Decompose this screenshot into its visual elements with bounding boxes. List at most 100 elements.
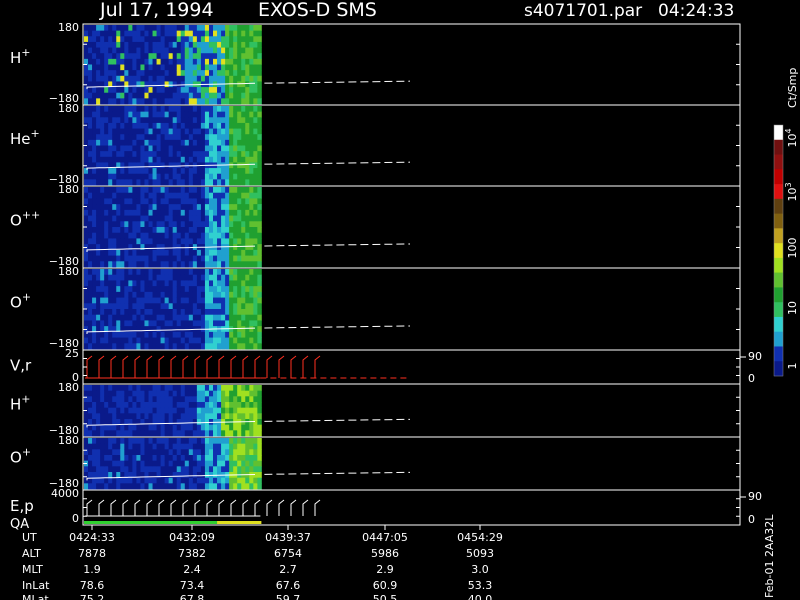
spectrogram-cell bbox=[144, 92, 149, 99]
spectrogram-cell bbox=[204, 198, 210, 205]
spectrogram-cell bbox=[112, 53, 117, 60]
spectrogram-cell bbox=[245, 25, 250, 32]
spectrogram-cell bbox=[88, 53, 93, 60]
spectrogram-cell bbox=[112, 297, 117, 304]
spectrogram-cell bbox=[221, 111, 226, 118]
spectrogram-cell bbox=[225, 209, 230, 216]
spectrogram-cell bbox=[116, 151, 121, 158]
spectrogram-cell bbox=[180, 156, 186, 163]
spectrogram-cell bbox=[208, 209, 214, 216]
spectrogram-cell bbox=[148, 98, 153, 105]
colorbar-segment bbox=[774, 154, 783, 170]
spectrogram-cell bbox=[88, 309, 93, 316]
spectrogram-cell bbox=[164, 331, 170, 338]
spectrogram-cell bbox=[241, 58, 246, 65]
spectrogram-cell bbox=[204, 269, 210, 276]
spectrogram-cell bbox=[132, 173, 137, 180]
spectrogram-cell bbox=[120, 128, 125, 135]
spectrogram-cell bbox=[124, 443, 129, 450]
spectrogram-cell bbox=[124, 53, 129, 60]
spectrogram-cell bbox=[204, 215, 210, 222]
spectrogram-cell bbox=[100, 134, 105, 141]
spectrogram-cell bbox=[249, 390, 254, 397]
spectrogram-cell bbox=[140, 390, 145, 397]
spectrogram-cell bbox=[192, 53, 198, 60]
spectrogram-cell bbox=[213, 192, 218, 199]
spectrogram-cell bbox=[96, 309, 101, 316]
spectrogram-cell bbox=[184, 117, 190, 124]
spectrogram-cell bbox=[108, 314, 113, 321]
ephem-cell: 0432:09 bbox=[169, 531, 215, 544]
spectrogram-cell bbox=[168, 430, 174, 437]
spectrogram-cell bbox=[160, 449, 166, 456]
spectrogram-cell bbox=[204, 30, 210, 37]
spectrogram-cell bbox=[124, 122, 129, 129]
spectrogram-cell bbox=[140, 255, 145, 262]
spectrogram-cell bbox=[245, 343, 250, 350]
spectrogram-cell bbox=[96, 215, 101, 222]
spectrogram-cell bbox=[124, 173, 129, 180]
spectrogram-cell bbox=[84, 204, 89, 211]
spectrogram-cell bbox=[249, 81, 254, 88]
spectrogram-cell bbox=[176, 192, 182, 199]
spectrogram-cell bbox=[160, 41, 166, 48]
spectrogram-cell bbox=[92, 128, 97, 135]
spectrogram-cell bbox=[160, 309, 166, 316]
spectrogram-cell bbox=[217, 36, 222, 43]
spectrogram-cell bbox=[221, 483, 226, 490]
spectrogram-cell bbox=[140, 455, 145, 462]
spectrogram-cell bbox=[257, 430, 262, 437]
spectrogram-cell bbox=[148, 75, 153, 82]
spectrogram-cell bbox=[253, 70, 258, 77]
spectrogram-cell bbox=[200, 331, 206, 338]
spectrogram-cell bbox=[172, 198, 178, 205]
spectrogram-cell bbox=[160, 192, 166, 199]
spectrogram-cell bbox=[188, 87, 194, 94]
spectrogram-cell bbox=[136, 483, 141, 490]
spectrogram-cell bbox=[140, 314, 145, 321]
spectrogram-cell bbox=[225, 390, 230, 397]
spectrogram-cell bbox=[237, 58, 242, 65]
spectrogram-cell bbox=[108, 255, 113, 262]
spectrogram-cell bbox=[180, 36, 186, 43]
spectrogram-cell bbox=[152, 30, 157, 37]
spectrogram-cell bbox=[245, 122, 250, 129]
spectrogram-cell bbox=[172, 255, 178, 262]
spectrogram-cell bbox=[152, 111, 157, 118]
spectrogram-cell bbox=[204, 156, 210, 163]
spectrogram-cell bbox=[229, 402, 234, 409]
spectrogram-cell bbox=[124, 221, 129, 228]
spectrogram-cell bbox=[221, 128, 226, 135]
spectrogram-cell bbox=[172, 92, 178, 99]
spectrogram-cell bbox=[156, 187, 161, 194]
spectrogram-cell bbox=[213, 227, 218, 234]
spectrogram-cell bbox=[172, 326, 178, 333]
spectrogram-cell bbox=[184, 70, 190, 77]
panel-5: V,r250900 bbox=[10, 347, 762, 385]
spectrogram-cell bbox=[96, 117, 101, 124]
spectrogram-cell bbox=[241, 30, 246, 37]
spectrogram-cell bbox=[128, 280, 133, 287]
spectrogram-cell bbox=[108, 385, 113, 392]
spectrogram-cell bbox=[221, 460, 226, 467]
spectrogram-cell bbox=[140, 128, 145, 135]
spectrogram-cell bbox=[96, 30, 101, 37]
spectrogram-cell bbox=[152, 407, 157, 414]
spectrogram-cell bbox=[200, 145, 206, 152]
spectrogram-cell bbox=[180, 204, 186, 211]
spectrogram-cell bbox=[132, 280, 137, 287]
spectrogram-cell bbox=[192, 337, 198, 344]
spectrogram-cell bbox=[188, 238, 194, 245]
spectrogram-cell bbox=[180, 460, 186, 467]
spectrogram-cell bbox=[184, 173, 190, 180]
spectrogram-cell bbox=[196, 466, 202, 473]
spectrogram-cell bbox=[84, 274, 89, 281]
spectrogram-cell bbox=[257, 58, 262, 65]
spectrogram-cell bbox=[204, 41, 210, 48]
spectrogram-cell bbox=[184, 227, 190, 234]
panel-label: V,r bbox=[10, 356, 32, 374]
spectrogram-cell bbox=[229, 75, 234, 82]
spectrogram-cell bbox=[208, 128, 214, 135]
spectrogram-cell bbox=[225, 402, 230, 409]
spectrogram-cell bbox=[225, 106, 230, 113]
